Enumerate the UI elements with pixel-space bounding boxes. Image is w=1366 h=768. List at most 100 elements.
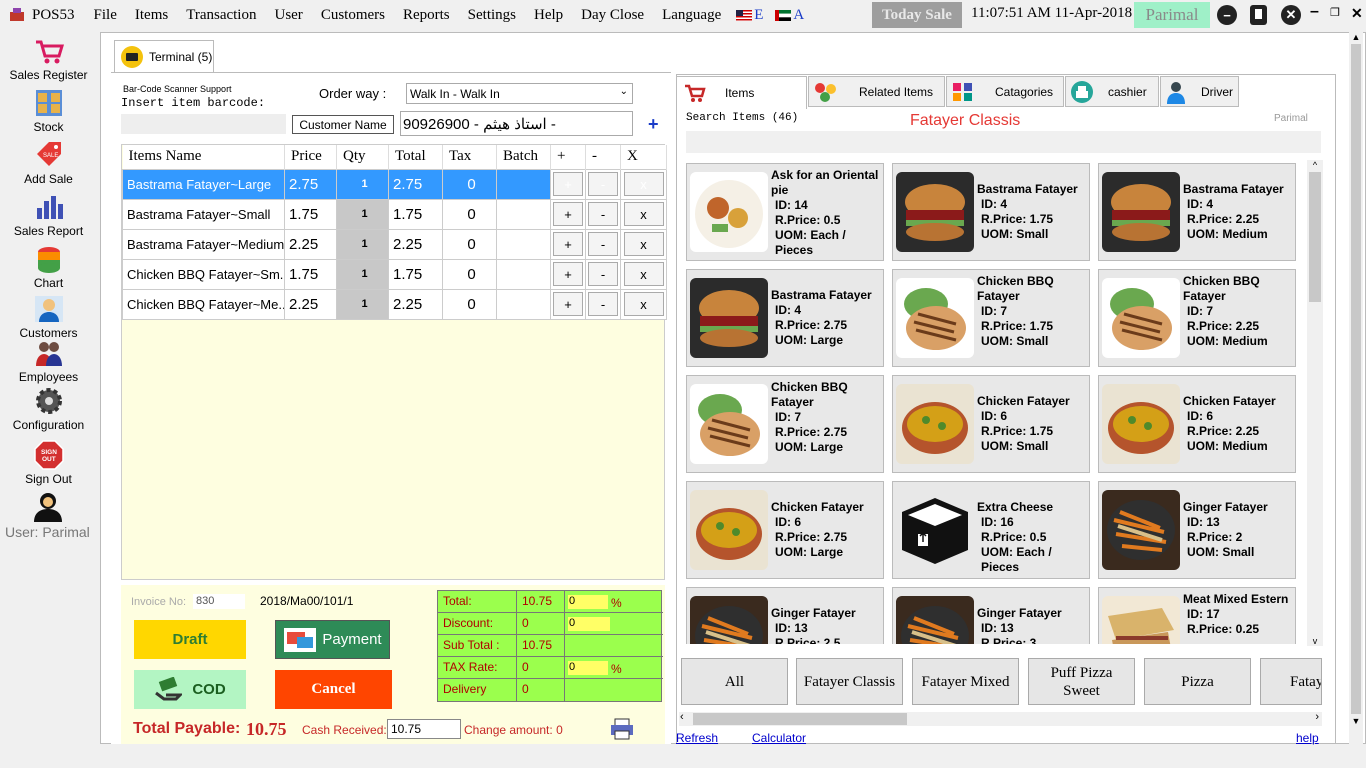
product-card[interactable]: Chicken Fatayer ID: 6 R.Price: 2.25 UOM: Me… (1098, 375, 1296, 473)
product-card[interactable]: Chicken Fatayer ID: 6 R.Price: 2.75 UOM: La… (686, 481, 884, 579)
order-way-select[interactable]: Walk In - Walk In ⌄ (406, 83, 633, 104)
remove-item-button[interactable]: x (623, 172, 664, 196)
menu-user[interactable]: User (265, 7, 311, 24)
sidebar-item-employees[interactable]: Employees (0, 338, 97, 384)
refresh-link[interactable]: Refresh (676, 731, 718, 745)
item-qty-cell[interactable]: 1 (336, 228, 389, 260)
increase-qty-button[interactable]: + (553, 232, 583, 256)
draft-button[interactable]: Draft (134, 620, 246, 659)
item-qty-cell[interactable]: 1 (336, 198, 389, 230)
menu-settings[interactable]: Settings (459, 7, 525, 24)
item-qty-cell[interactable]: 1 (336, 168, 389, 200)
menu-reports[interactable]: Reports (394, 7, 459, 24)
product-card[interactable]: Ginger Fatayer ID: 13 R.Price: 2 UOM: Small (1098, 481, 1296, 579)
payment-button[interactable]: Payment (275, 620, 390, 659)
printer-icon[interactable] (609, 717, 635, 741)
product-card[interactable]: Chicken BBQ Fatayer ID: 7 R.Price: 1.75 UOM… (892, 269, 1090, 367)
menu-day-close[interactable]: Day Close (572, 7, 653, 24)
decrease-qty-button[interactable]: - (588, 262, 618, 286)
product-card[interactable]: Ginger Fatayer ID: 13 R.Price: 2.5 (686, 587, 884, 644)
remove-item-button[interactable]: x (623, 262, 664, 286)
minimize-circle-icon[interactable]: − (1217, 5, 1237, 25)
save-book-icon[interactable] (1250, 5, 1267, 25)
window-restore-icon[interactable]: ❐ (1330, 6, 1340, 19)
product-card[interactable]: Chicken Fatayer ID: 6 R.Price: 1.75 UOM: Sm… (892, 375, 1090, 473)
help-link[interactable]: help (1296, 731, 1319, 745)
add-customer-button[interactable]: + (648, 114, 659, 135)
close-circle-icon[interactable]: ✕ (1281, 5, 1301, 25)
decrease-qty-button[interactable]: - (588, 292, 618, 316)
table-row[interactable]: Chicken BBQ Fatayer~Sm... 1.75 1 1.75 0 + - x (122, 258, 667, 290)
category-fatayer-mixed-button[interactable]: Fatayer Mixed (912, 658, 1019, 705)
search-input[interactable] (686, 131, 1321, 153)
menu-items[interactable]: Items (126, 7, 177, 24)
sidebar-item-configuration[interactable]: Configuration (0, 386, 97, 432)
product-card[interactable]: Bastrama Fatayer ID: 4 R.Price: 1.75 UOM: S… (892, 163, 1090, 261)
menu-help[interactable]: Help (525, 7, 572, 24)
table-row[interactable]: Chicken BBQ Fatayer~Me... 2.25 1 2.25 0 + - x (122, 288, 667, 320)
tab-driver[interactable]: Driver (1160, 76, 1239, 107)
increase-qty-button[interactable]: + (553, 262, 583, 286)
decrease-qty-button[interactable]: - (588, 172, 618, 196)
product-card[interactable]: Extra Cheese ID: 16 R.Price: 0.5 UOM: Each … (892, 481, 1090, 579)
sidebar-item-sales-register[interactable]: Sales Register (0, 36, 97, 82)
total-adjust-input[interactable]: 0 (568, 595, 608, 609)
tab-items[interactable]: Items (676, 76, 807, 109)
increase-qty-button[interactable]: + (553, 172, 583, 196)
decrease-qty-button[interactable]: - (588, 232, 618, 256)
sidebar-item-customers[interactable]: Customers (0, 294, 97, 340)
tab-categories[interactable]: Catagories (946, 76, 1064, 107)
menu-transaction[interactable]: Transaction (177, 7, 265, 24)
menu-customers[interactable]: Customers (312, 7, 394, 24)
tab-related-items[interactable]: Related Items (808, 76, 945, 107)
category-fatayer-classis-button[interactable]: Fatayer Classis (796, 658, 903, 705)
cash-received-input[interactable]: 10.75 (387, 719, 461, 739)
product-card[interactable]: Bastrama Fatayer ID: 4 R.Price: 2.25 UOM: M… (1098, 163, 1296, 261)
remove-item-button[interactable]: x (623, 292, 664, 316)
discount-input[interactable]: 0 (568, 617, 610, 631)
sidebar-item-sign-out[interactable]: SIGN OUT Sign Out (0, 440, 97, 486)
calculator-link[interactable]: Calculator (752, 731, 806, 745)
increase-qty-button[interactable]: + (553, 292, 583, 316)
cancel-button[interactable]: Cancel (275, 670, 392, 709)
product-card[interactable]: Ask for an Oriental pie ID: 14 R.Price: 0.… (686, 163, 884, 261)
sidebar-item-chart[interactable]: Chart (0, 244, 97, 290)
sidebar-item-add-sale[interactable]: SALE Add Sale (0, 140, 97, 186)
table-row[interactable]: Bastrama Fatayer~Large 2.75 1 2.75 0 + - x (122, 168, 667, 200)
product-card[interactable]: Meat Mixed Estern ID: 17 R.Price: 0.25 (1098, 587, 1296, 644)
product-card[interactable]: Bastrama Fatayer ID: 4 R.Price: 2.75 UOM: L… (686, 269, 884, 367)
window-close-icon[interactable]: ✕ (1351, 5, 1363, 22)
sidebar-item-sales-report[interactable]: Sales Report (0, 192, 97, 238)
product-card[interactable]: Ginger Fatayer ID: 13 R.Price: 3 (892, 587, 1090, 644)
product-scrollbar[interactable]: ^ v (1307, 160, 1323, 646)
item-qty-cell[interactable]: 1 (336, 288, 389, 320)
remove-item-button[interactable]: x (623, 202, 664, 226)
customer-field[interactable]: 90926900 - استاذ هيثم - (400, 111, 633, 136)
category-next-button[interactable]: Fataye (1260, 658, 1322, 705)
menu-language[interactable]: Language (653, 7, 730, 24)
barcode-input[interactable] (121, 114, 286, 134)
tab-terminal[interactable]: Terminal (5) (114, 40, 214, 72)
language-arabic[interactable]: A (769, 7, 810, 24)
category-all-button[interactable]: All (681, 658, 788, 705)
table-row[interactable]: Bastrama Fatayer~Small 1.75 1 1.75 0 + - x (122, 198, 667, 230)
remove-item-button[interactable]: x (623, 232, 664, 256)
today-sale-button[interactable]: Today Sale (872, 2, 962, 28)
increase-qty-button[interactable]: + (553, 202, 583, 226)
product-card[interactable]: Chicken BBQ Fatayer ID: 7 R.Price: 2.75 UOM… (686, 375, 884, 473)
table-row[interactable]: Bastrama Fatayer~Medium 2.25 1 2.25 0 + - x (122, 228, 667, 260)
item-qty-cell[interactable]: 1 (336, 258, 389, 290)
window-scrollbar[interactable]: ▲ ▼ (1349, 32, 1363, 744)
tab-cashier[interactable]: cashier (1065, 76, 1159, 107)
cod-button[interactable]: COD (134, 670, 246, 709)
language-english[interactable]: E (730, 7, 769, 24)
menu-file[interactable]: File (85, 7, 126, 24)
window-minimize-icon[interactable]: – (1310, 3, 1319, 21)
decrease-qty-button[interactable]: - (588, 202, 618, 226)
category-scrollbar[interactable]: ‹ › (679, 711, 1322, 726)
category-puff-pizza-sweet-button[interactable]: Puff Pizza Sweet (1028, 658, 1135, 705)
category-pizza-button[interactable]: Pizza (1144, 658, 1251, 705)
product-card[interactable]: Chicken BBQ Fatayer ID: 7 R.Price: 2.25 UOM… (1098, 269, 1296, 367)
customer-name-button[interactable]: Customer Name (292, 115, 394, 134)
tax-rate-input[interactable]: 0 (568, 661, 608, 675)
